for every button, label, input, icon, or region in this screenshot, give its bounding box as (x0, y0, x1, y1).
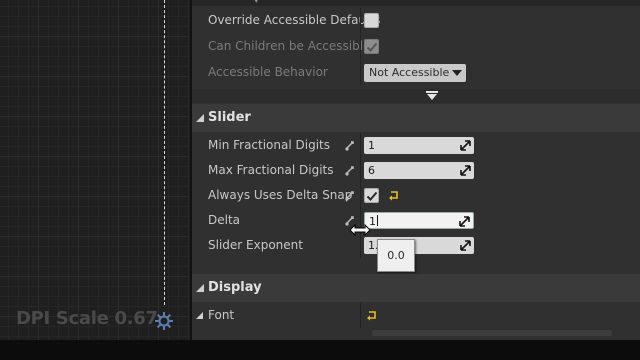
resize-arrows-icon (460, 240, 471, 251)
safe-zone-guide (164, 0, 165, 305)
section-header-display[interactable]: Display (192, 274, 640, 302)
row-accessible-behavior: Accessible Behavior Not Accessible (192, 60, 640, 85)
accessible-behavior-value: Not Accessible (369, 66, 450, 79)
delta-input[interactable]: 1 (364, 212, 474, 229)
accessible-behavior-label: Accessible Behavior (208, 65, 328, 79)
column-divider (360, 34, 361, 59)
reset-to-default-icon[interactable] (388, 190, 400, 201)
font-label: Font (208, 308, 235, 322)
delta-label: Delta (208, 213, 241, 227)
row-can-children-be-accessible: Can Children be Accessible (192, 34, 640, 59)
chevron-down-icon (426, 91, 438, 100)
designer-viewport[interactable]: DPI Scale 0.67 (0, 0, 190, 340)
value-tooltip: 0.0 (377, 239, 415, 272)
row-min-fractional-digits: Min Fractional Digits 1 (192, 133, 640, 158)
font-property-strip (372, 330, 612, 336)
min-fractional-digits-input[interactable]: 1 (364, 137, 474, 154)
row-delta: Delta 1 (192, 208, 640, 233)
advanced-expander[interactable] (192, 89, 640, 103)
panel-top-edge: ▾ (192, 0, 640, 6)
column-divider (360, 8, 361, 33)
row-font: Font (192, 303, 640, 328)
expand-triangle-icon (196, 114, 204, 122)
section-title: Slider (208, 110, 251, 125)
dpi-scale-label: DPI Scale 0.67 (16, 308, 158, 329)
min-fractional-digits-value: 1 (368, 139, 375, 152)
column-divider (360, 233, 361, 258)
max-fractional-digits-label: Max Fractional Digits (208, 163, 334, 177)
max-fractional-digits-input[interactable]: 6 (364, 162, 474, 179)
row-always-uses-delta-snap: Always Uses Delta Snap (192, 183, 640, 208)
resize-arrows-icon (460, 140, 471, 151)
row-slider-exponent: Slider Exponent 1. (192, 233, 640, 258)
max-fractional-digits-value: 6 (368, 164, 375, 177)
horizontal-resize-cursor-icon (349, 224, 371, 236)
override-accessible-defaults-label: Override Accessible Defaults (208, 13, 381, 27)
expand-triangle-icon[interactable] (196, 312, 203, 319)
details-panel: ▾ Override Accessible Defaults Can Child… (192, 0, 640, 340)
checkmark-icon (366, 42, 378, 52)
dropdown-arrow-icon (452, 70, 462, 76)
column-divider (360, 158, 361, 183)
text-caret (377, 215, 378, 226)
bottom-bar (0, 340, 640, 360)
slider-exponent-label: Slider Exponent (208, 238, 303, 252)
collapse-arrow-icon: ▾ (254, 0, 259, 6)
always-uses-delta-snap-checkbox[interactable] (364, 188, 379, 203)
section-title: Display (208, 280, 262, 295)
column-divider (360, 60, 361, 85)
column-divider (360, 303, 361, 328)
row-max-fractional-digits: Max Fractional Digits 6 (192, 158, 640, 183)
always-uses-delta-snap-label: Always Uses Delta Snap (208, 188, 353, 202)
section-header-slider[interactable]: Slider (192, 104, 640, 132)
binding-icon[interactable] (344, 165, 356, 177)
row-override-accessible-defaults: Override Accessible Defaults (192, 8, 640, 33)
gear-icon[interactable] (153, 310, 175, 332)
resize-arrows-icon (460, 165, 471, 176)
can-children-be-accessible-label: Can Children be Accessible (208, 39, 371, 53)
binding-icon[interactable] (344, 190, 356, 202)
column-divider (360, 183, 361, 208)
expand-triangle-icon (196, 284, 204, 292)
min-fractional-digits-label: Min Fractional Digits (208, 138, 330, 152)
reset-to-default-icon[interactable] (366, 310, 378, 321)
binding-icon[interactable] (344, 140, 356, 152)
resize-arrows-icon (459, 216, 470, 227)
column-divider (360, 133, 361, 158)
checkmark-icon (366, 191, 378, 201)
accessible-behavior-dropdown[interactable]: Not Accessible (364, 64, 466, 82)
override-accessible-defaults-checkbox[interactable] (364, 13, 379, 28)
can-children-be-accessible-checkbox[interactable] (364, 39, 379, 54)
